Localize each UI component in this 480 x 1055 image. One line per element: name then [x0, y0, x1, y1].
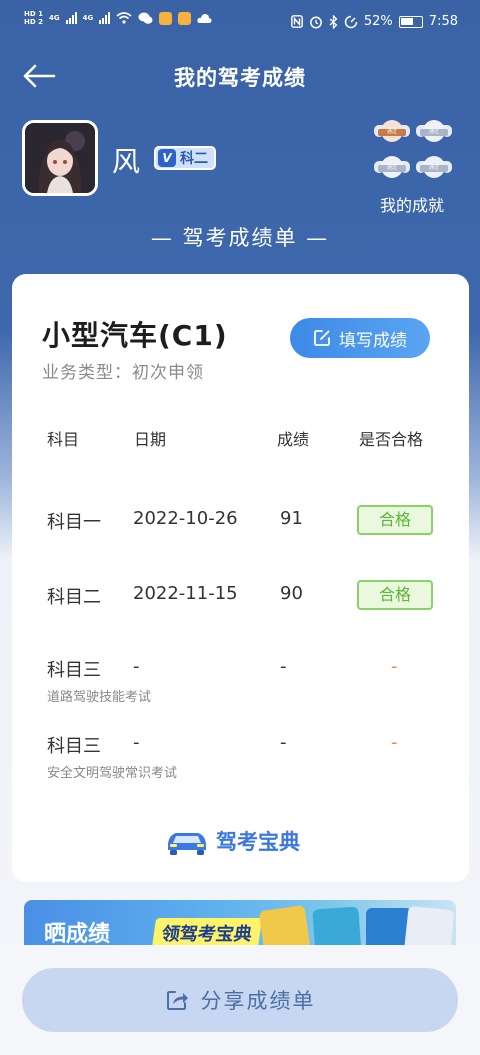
share-label: 分享成绩单	[200, 989, 316, 1013]
medal-ribbon: 通过	[378, 165, 406, 172]
medal-icon: 通过	[374, 156, 410, 184]
pass-badge: 合格	[357, 505, 433, 535]
banner-text-1: 晒成绩	[44, 922, 111, 947]
pass-cell: -	[391, 656, 398, 677]
subject-note: 安全文明驾驶常识考试	[47, 766, 178, 781]
date-cell: 2022-10-26	[133, 508, 238, 529]
level-badge: V 科二	[154, 146, 216, 170]
banner-text-2: 领驾考宝典	[151, 918, 263, 948]
network1-label: 4G	[48, 14, 60, 22]
subject-cell: 科目三	[47, 660, 101, 681]
business-type: 业务类型：初次申领	[42, 363, 204, 383]
wechat-icon	[138, 12, 153, 24]
level-label: 科二	[180, 151, 208, 167]
score-cell: 90	[280, 583, 303, 604]
subject-cell: 科目一	[47, 512, 101, 533]
date-cell: 2022-11-15	[133, 583, 238, 604]
fill-score-label: 填写成绩	[339, 330, 407, 351]
avatar-image	[25, 123, 95, 193]
promo-banner[interactable]: 晒成绩 领驾考宝典	[24, 900, 456, 948]
medal-ribbon: 通过	[378, 129, 406, 136]
pass-badge: 合格	[357, 580, 433, 610]
col-score: 成绩	[277, 430, 310, 449]
hd1-label: HD 1	[24, 10, 43, 18]
data-saver-icon	[344, 15, 358, 28]
medal-ribbon: 通过	[420, 129, 448, 136]
app-notification-icon	[159, 11, 173, 25]
vehicle-title: 小型汽车(C1)	[42, 319, 228, 352]
username: 风	[112, 145, 141, 178]
header: 我的驾考成绩	[0, 52, 480, 100]
wifi-icon	[116, 12, 132, 24]
brand-name: 驾考宝典	[216, 830, 300, 854]
medal-icon: 通过	[374, 120, 410, 148]
date-cell: -	[133, 656, 140, 677]
network2-label: 4G	[82, 14, 94, 22]
pass-cell: -	[391, 732, 398, 753]
vip-mark: V	[158, 149, 176, 167]
fill-score-button[interactable]: 填写成绩	[290, 318, 430, 358]
battery-icon	[398, 15, 423, 28]
subject-cell: 科目二	[47, 587, 101, 608]
status-bar: HD 1 HD 2 4G 4G 52% 7:58	[0, 0, 480, 46]
col-subject: 科目	[47, 430, 80, 449]
medal-grid: 通过 通过 通过 通过	[374, 120, 452, 184]
avatar[interactable]	[22, 120, 98, 196]
section-title: — 驾考成绩单 —	[150, 226, 330, 250]
achievements[interactable]: 通过 通过 通过 通过 我的成就	[372, 120, 452, 216]
alarm-icon	[309, 16, 322, 28]
clock: 7:58	[428, 14, 458, 29]
banner-book-image	[403, 905, 455, 948]
banner-book-image	[258, 905, 312, 948]
app-notification-icon-2	[178, 11, 192, 25]
status-left: HD 1 HD 2 4G 4G	[24, 10, 212, 26]
signal2-icon	[99, 12, 111, 24]
medal-icon: 通过	[416, 156, 452, 184]
score-card: 小型汽车(C1) 业务类型：初次申领 填写成绩 科目 日期 成绩 是否合格 科目…	[12, 274, 469, 882]
score-cell: -	[280, 732, 287, 753]
hd2-label: HD 2	[24, 18, 43, 26]
car-logo-icon	[168, 833, 206, 855]
col-date: 日期	[134, 430, 167, 449]
signal1-icon	[65, 12, 77, 24]
brand-logo: 驾考宝典	[164, 826, 300, 856]
subject-cell: 科目三	[47, 736, 101, 757]
share-button[interactable]: 分享成绩单	[22, 968, 458, 1032]
subject-note: 道路驾驶技能考试	[47, 690, 152, 705]
col-pass: 是否合格	[359, 430, 424, 449]
sim-indicators: HD 1 HD 2	[24, 10, 43, 26]
share-icon	[166, 991, 188, 1010]
status-right: 52% 7:58	[290, 14, 458, 29]
banner-book-image	[312, 906, 362, 948]
bluetooth-icon	[329, 14, 338, 29]
page-title: 我的驾考成绩	[174, 66, 306, 90]
battery-percent: 52%	[363, 14, 393, 29]
nfc-icon	[290, 15, 303, 28]
score-cell: 91	[280, 508, 303, 529]
cloud-icon	[197, 14, 212, 23]
date-cell: -	[133, 732, 140, 753]
achievements-label: 我的成就	[379, 196, 444, 215]
edit-icon	[314, 330, 330, 346]
medal-icon: 通过	[416, 120, 452, 148]
score-cell: -	[280, 656, 287, 677]
medal-ribbon: 通过	[420, 165, 448, 172]
